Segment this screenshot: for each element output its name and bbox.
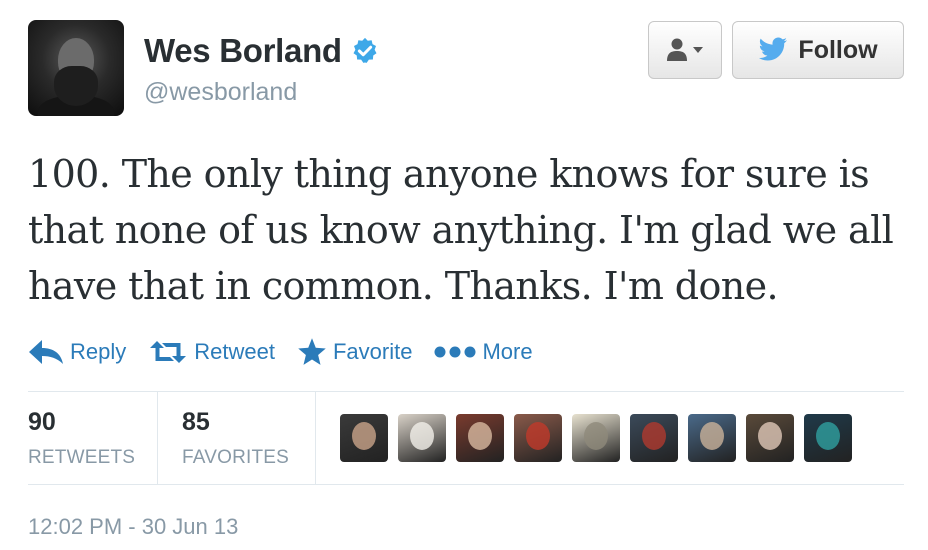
favorites-count: 85: [182, 408, 210, 436]
user-avatar-6[interactable]: [630, 414, 678, 462]
more-label: More: [482, 339, 533, 364]
favorites-stat[interactable]: 85 FAVORITES: [182, 408, 289, 469]
reply-arrow-icon: [29, 340, 63, 364]
stats-separator: [157, 391, 158, 484]
author-handle[interactable]: @wesborland: [144, 78, 297, 107]
user-avatar-5[interactable]: [572, 414, 620, 462]
reply-label: Reply: [70, 339, 127, 364]
tweet-timestamp[interactable]: 12:02 PM - 30 Jun 13: [28, 514, 238, 540]
retweets-stat[interactable]: 90 RETWEETS: [28, 408, 135, 469]
follow-button[interactable]: Follow: [732, 21, 904, 79]
twitter-bird-icon: [759, 37, 788, 61]
retweet-button[interactable]: Retweet: [148, 339, 275, 365]
tweet-text: 100. The only thing anyone knows for sur…: [28, 152, 894, 308]
user-avatar-9[interactable]: [804, 414, 852, 462]
reply-button[interactable]: Reply: [28, 339, 126, 365]
author-name-row: Wes Borland: [144, 32, 380, 70]
author-name[interactable]: Wes Borland: [144, 32, 342, 70]
retweet-label: Retweet: [194, 339, 275, 364]
follow-label: Follow: [798, 35, 878, 64]
stats-top-divider: [28, 391, 904, 392]
favorite-button[interactable]: Favorite: [297, 337, 412, 367]
retweets-label: RETWEETS: [28, 447, 136, 468]
caret-down-icon: [693, 47, 703, 53]
user-avatar-7[interactable]: [688, 414, 736, 462]
favorite-label: Favorite: [332, 339, 413, 364]
author-avatar[interactable]: [28, 20, 124, 116]
more-dots-icon: [434, 346, 476, 358]
person-icon: [667, 38, 687, 61]
retweets-count: 90: [28, 408, 56, 436]
favoriters-list: [340, 414, 852, 462]
verified-badge-icon: [353, 37, 377, 63]
user-actions-dropdown[interactable]: [648, 21, 722, 79]
star-icon: [298, 338, 326, 365]
user-avatar-4[interactable]: [514, 414, 562, 462]
retweet-icon: [150, 341, 187, 363]
user-avatar-2[interactable]: [398, 414, 446, 462]
user-avatar-3[interactable]: [456, 414, 504, 462]
favorites-label: FAVORITES: [182, 447, 290, 468]
stats-separator: [315, 391, 316, 484]
more-button[interactable]: More: [434, 339, 533, 365]
user-avatar-8[interactable]: [746, 414, 794, 462]
tweet-actions: Reply Retweet Favorite More: [28, 336, 555, 368]
stats-bottom-divider: [28, 484, 904, 485]
user-avatar-1[interactable]: [340, 414, 388, 462]
